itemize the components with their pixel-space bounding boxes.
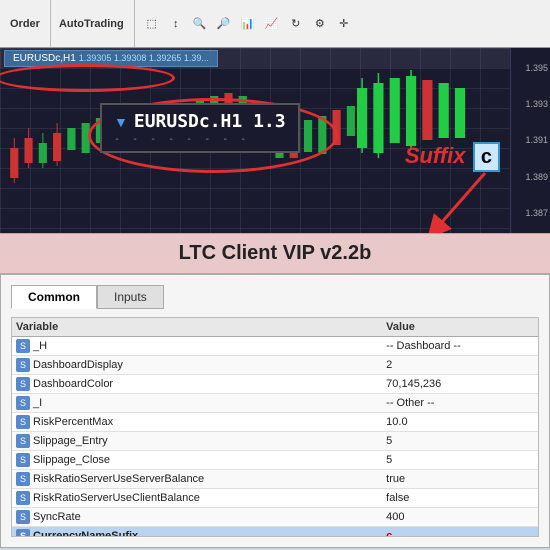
app-container: Order AutoTrading ⬚ ↕ 🔍 🔎 📊 📈 ↻ ⚙ ✛ EURU… (0, 0, 550, 548)
tb-btn-3[interactable]: 📊 (237, 13, 259, 35)
toolbar-title-section: AutoTrading (53, 0, 135, 47)
row-icon: S (16, 491, 30, 505)
table-row[interactable]: SSlippage_Entry5 (12, 432, 538, 451)
table-cell-value: 10.0 (382, 413, 538, 432)
row-icon: S (16, 377, 30, 391)
row-icon: S (16, 415, 30, 429)
tab-row: Common Inputs (11, 285, 539, 309)
ltc-header: LTC Client VIP v2.2b (0, 233, 550, 274)
row-icon: S (16, 358, 30, 372)
suffix-value: c (473, 142, 500, 172)
row-icon: S (16, 396, 30, 410)
table-cell-value: 400 (382, 508, 538, 527)
table-cell-value: 70,145,236 (382, 375, 538, 394)
table-cell-value: c (382, 527, 538, 538)
table-cell-value: false (382, 489, 538, 508)
table-row[interactable]: SCurrencyNameSufix c (12, 527, 538, 538)
table-cell-variable: SDashboardColor (12, 375, 382, 394)
tab-common[interactable]: Common (11, 285, 97, 309)
price-axis: 1.395 1.393 1.391 1.389 1.387 (510, 48, 550, 233)
table-cell-value: -- Other -- (382, 394, 538, 413)
toolbar: Order AutoTrading ⬚ ↕ 🔍 🔎 📊 📈 ↻ ⚙ ✛ (0, 0, 550, 48)
table-row[interactable]: SSlippage_Close5 (12, 451, 538, 470)
row-icon: S (16, 510, 30, 524)
row-icon: S (16, 453, 30, 467)
tb-btn-1[interactable]: ⬚ (141, 13, 163, 35)
table-cell-variable: SRiskRatioServerUseClientBalance (12, 489, 382, 508)
suffix-annotation: Suffix c (405, 143, 500, 169)
tb-btn-4[interactable]: 📈 (261, 13, 283, 35)
table-cell-variable: S_I (12, 394, 382, 413)
tb-btn-settings[interactable]: ⚙ (309, 13, 331, 35)
table-cell-value: true (382, 470, 538, 489)
table-cell-variable: SDashboardDisplay (12, 356, 382, 375)
table-row[interactable]: S_H-- Dashboard -- (12, 337, 538, 356)
table-cell-variable: SRiskPercentMax (12, 413, 382, 432)
eurusd-symbol-text: EURUSDc.H1 1.3 (134, 111, 286, 132)
table-cell-value: -- Dashboard -- (382, 337, 538, 356)
chart-area: EURUSDc,H1 1.39305 1.39308 1.39265 1.39.… (0, 48, 550, 233)
table-cell-value: 2 (382, 356, 538, 375)
red-arrow-svg (415, 168, 495, 233)
col-variable: Variable (12, 318, 382, 337)
table-cell-variable: S_H (12, 337, 382, 356)
table-row[interactable]: SDashboardDisplay2 (12, 356, 538, 375)
table-cell-value: 5 (382, 432, 538, 451)
table-row[interactable]: S_I-- Other -- (12, 394, 538, 413)
eurusd-dashes: - - - - - - - - (114, 134, 286, 145)
tb-btn-2[interactable]: ↕ (165, 13, 187, 35)
row-icon: S (16, 529, 30, 537)
row-icon: S (16, 434, 30, 448)
table-cell-variable: SSlippage_Close (12, 451, 382, 470)
price-1: 1.395 (513, 63, 548, 73)
autotrading-label: AutoTrading (53, 18, 130, 30)
ltc-title: LTC Client VIP v2.2b (179, 242, 372, 264)
table-cell-value: 5 (382, 451, 538, 470)
price-4: 1.389 (513, 172, 548, 182)
suffix-text: Suffix (405, 143, 466, 168)
order-label: Order (4, 18, 46, 30)
params-table: Variable Value S_H-- Dashboard --SDashbo… (12, 318, 538, 537)
tb-btn-zoom-in[interactable]: 🔍 (189, 13, 211, 35)
table-row[interactable]: SRiskRatioServerUseServerBalancetrue (12, 470, 538, 489)
tb-btn-cursor[interactable]: ✛ (333, 13, 355, 35)
tb-btn-refresh[interactable]: ↻ (285, 13, 307, 35)
table-row[interactable]: SRiskPercentMax10.0 (12, 413, 538, 432)
price-2: 1.393 (513, 99, 548, 109)
eurusd-arrow-icon: ▼ (114, 114, 128, 130)
table-cell-variable: SCurrencyNameSufix (12, 527, 382, 538)
dialog-panel: Common Inputs Variable Value S_H-- Dashb… (0, 274, 550, 548)
table-cell-variable: SRiskRatioServerUseServerBalance (12, 470, 382, 489)
row-icon: S (16, 339, 30, 353)
price-5: 1.387 (513, 208, 548, 218)
table-row[interactable]: SRiskRatioServerUseClientBalancefalse (12, 489, 538, 508)
table-row[interactable]: SSyncRate400 (12, 508, 538, 527)
params-table-container[interactable]: Variable Value S_H-- Dashboard --SDashbo… (11, 317, 539, 537)
table-cell-variable: SSlippage_Entry (12, 432, 382, 451)
col-value: Value (382, 318, 538, 337)
toolbar-left: Order (4, 0, 51, 47)
eurusd-display-box: ▼ EURUSDc.H1 1.3 - - - - - - - - (100, 103, 300, 153)
value-c-text: c (386, 530, 392, 537)
tab-inputs[interactable]: Inputs (97, 285, 164, 309)
table-row[interactable]: SDashboardColor70,145,236 (12, 375, 538, 394)
tb-btn-zoom-out[interactable]: 🔎 (213, 13, 235, 35)
row-icon: S (16, 472, 30, 486)
price-3: 1.391 (513, 135, 548, 145)
table-cell-variable: SSyncRate (12, 508, 382, 527)
